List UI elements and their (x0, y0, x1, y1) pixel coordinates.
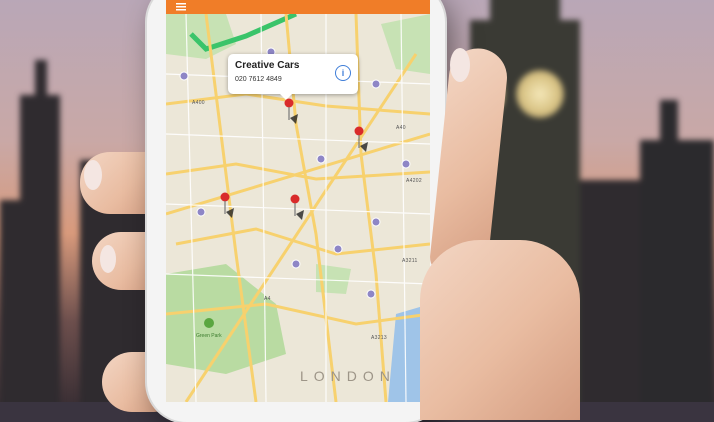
area-label: LONDON (300, 368, 396, 384)
park-icon (204, 318, 214, 328)
info-icon[interactable]: i (335, 65, 351, 81)
road-label: A4 (264, 296, 271, 302)
app-bar (166, 0, 430, 14)
menu-icon[interactable] (176, 3, 186, 11)
road-label: A3211 (402, 258, 418, 264)
callout-title: Creative Cars (235, 60, 300, 71)
palm (420, 240, 580, 420)
callout-phone: 020 7612 4849 (235, 76, 282, 83)
road-label: A400 (192, 100, 205, 106)
map-pin-icon[interactable] (220, 192, 234, 222)
phone-screen: A400 A40 A4202 A3211 A4 A3213 Creative C… (166, 0, 430, 402)
map-pin-icon[interactable] (284, 98, 298, 128)
map-pin-icon[interactable] (290, 194, 304, 224)
location-callout[interactable]: Creative Cars 020 7612 4849 i (228, 54, 358, 100)
map-pin-icon[interactable] (354, 126, 368, 156)
road-label: A4202 (406, 178, 422, 184)
park-label: Green Park (196, 333, 222, 339)
road-label: A40 (396, 125, 406, 131)
road-label: A3213 (371, 335, 387, 341)
